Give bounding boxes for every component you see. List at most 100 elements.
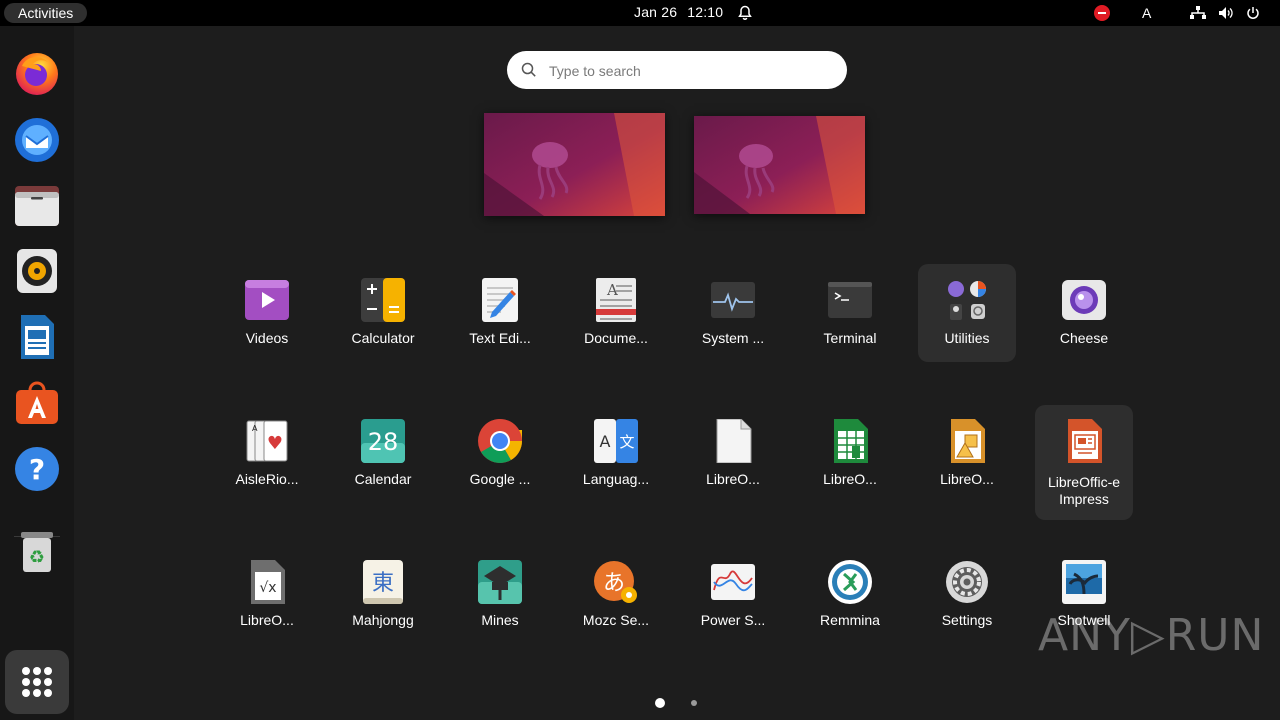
language-support-icon: A 文 [594,419,638,463]
app-document-viewer[interactable]: A Docume... [567,264,665,362]
svg-text:A: A [606,281,618,299]
svg-text:A: A [600,432,611,451]
bell-icon [738,5,752,20]
app-label: LibreO... [823,471,877,487]
files-icon[interactable] [12,180,62,230]
calculator-icon [361,278,405,322]
time-label: 12:10 [687,4,724,20]
app-label: LibreO... [940,471,994,487]
app-remmina[interactable]: Remmina [801,546,899,644]
app-libreoffice-draw[interactable]: LibreO... [918,405,1016,503]
mozc-icon: あ [594,561,637,603]
trash-icon[interactable]: ♻ [12,526,62,576]
app-mozc-setup[interactable]: あ Mozc Se... [567,546,665,644]
app-label: AisleRio... [235,471,299,487]
app-cheese[interactable]: Cheese [1035,264,1133,362]
search-box[interactable] [507,51,847,89]
ubuntu-software-icon[interactable] [12,378,62,428]
libreoffice-draw-icon [951,419,985,463]
app-terminal[interactable]: Terminal [801,264,899,362]
svg-text:?: ? [29,453,45,486]
app-label: Power S... [700,612,766,628]
app-libreoffice-math[interactable]: √x LibreO... [218,546,316,644]
app-label: Text Edi... [469,330,531,346]
app-power-statistics[interactable]: Power S... [684,546,782,644]
app-aisleriot[interactable]: ♥ A AisleRio... [218,405,316,503]
app-libreoffice-calc[interactable]: LibreO... [801,405,899,503]
document-viewer-icon: A [596,278,636,322]
svg-text:A: A [252,424,258,433]
libreoffice-writer-icon[interactable] [12,312,62,362]
network-icon[interactable] [1190,6,1206,20]
app-libreoffice[interactable]: LibreO... [684,405,782,503]
app-language-support[interactable]: A 文 Languag... [567,405,665,503]
app-label: LibreO... [240,612,294,628]
app-label: LibreO... [706,471,760,487]
app-label: Mozc Se... [582,612,650,628]
app-libreoffice-impress[interactable]: LibreOffic-e Impress [1035,405,1133,520]
calendar-icon: 28 [361,419,405,463]
workspace-thumbnail-1[interactable] [484,113,665,216]
chrome-icon [478,419,522,463]
mines-icon [478,560,522,604]
app-mahjongg[interactable]: 東 Mahjongg [334,546,432,644]
app-label: System ... [701,330,765,346]
app-label: Calculator [351,330,415,346]
date-label: Jan 26 [634,4,678,20]
app-google-chrome[interactable]: Google ... [451,405,549,503]
watermark: ANY▷RUN [1038,610,1265,661]
search-input[interactable] [547,59,831,83]
help-icon[interactable]: ? [12,444,62,494]
top-bar: Activities Jan 26 12:10 A [0,0,1280,26]
utilities-folder-icon [948,281,986,320]
libreoffice-calc-icon [834,419,868,463]
svg-text:√x: √x [259,580,276,596]
search-icon [521,62,536,77]
app-system-monitor[interactable]: System ... [684,264,782,362]
app-videos[interactable]: Videos [218,264,316,362]
svg-text:♥: ♥ [267,433,283,454]
app-mines[interactable]: Mines [451,546,549,644]
shotwell-icon [1062,560,1106,604]
app-calculator[interactable]: Calculator [334,264,432,362]
cheese-icon [1062,280,1106,320]
app-label: Remmina [820,612,880,628]
app-label: Docume... [584,330,648,346]
app-label: Mahjongg [352,612,414,628]
do-not-disturb-icon[interactable] [1094,5,1110,21]
activities-button[interactable]: Activities [4,3,88,23]
settings-icon [946,561,988,603]
app-utilities-folder[interactable]: Utilities [918,264,1016,362]
text-editor-icon [482,278,518,322]
svg-text:♻: ♻ [29,547,45,568]
workspace-thumbnail-2[interactable] [694,116,865,214]
libreoffice-impress-icon [1068,419,1102,463]
system-monitor-icon [711,282,755,318]
app-label: Calendar [354,471,412,487]
rhythmbox-icon[interactable] [12,246,62,296]
videos-icon [245,280,289,320]
volume-icon[interactable] [1218,6,1234,20]
thunderbird-icon[interactable] [12,114,62,164]
input-source-indicator[interactable]: A [1142,5,1151,21]
page-indicator-2[interactable] [691,700,697,706]
mahjongg-icon: 東 [363,560,403,604]
show-applications-button[interactable] [5,650,69,714]
app-label: LibreOffic-e Impress [1047,474,1121,507]
app-label: Mines [481,612,519,628]
app-label: Terminal [823,330,877,346]
app-settings[interactable]: Settings [918,546,1016,644]
libreoffice-icon [716,419,752,463]
power-statistics-icon [711,564,755,600]
app-label: Languag... [582,471,650,487]
remmina-icon [828,560,872,604]
libreoffice-math-icon: √x [251,560,285,604]
app-label: Settings [941,612,993,628]
app-text-editor[interactable]: Text Edi... [451,264,549,362]
clock[interactable]: Jan 26 12:10 [634,4,723,20]
app-label: Google ... [469,471,531,487]
power-icon[interactable] [1246,6,1260,20]
firefox-icon[interactable] [12,48,62,98]
page-indicator-1[interactable] [655,698,665,708]
app-calendar[interactable]: 28 Calendar [334,405,432,503]
